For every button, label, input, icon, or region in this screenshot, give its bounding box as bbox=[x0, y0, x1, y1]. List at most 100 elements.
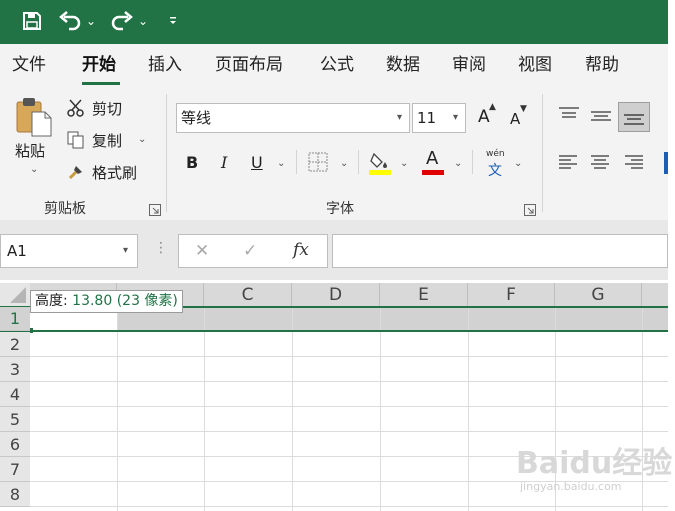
undo-icon[interactable] bbox=[58, 11, 82, 31]
name-box[interactable]: A1 ▾ bbox=[0, 234, 138, 268]
column-header-c[interactable]: C bbox=[204, 283, 292, 307]
font-name-dropdown-icon: ▾ bbox=[397, 112, 403, 123]
fill-color-dropdown-icon[interactable]: ⌄ bbox=[400, 158, 408, 169]
phonetic-dropdown-icon[interactable]: ⌄ bbox=[514, 158, 522, 169]
phonetic-guide-button[interactable]: 文 bbox=[488, 160, 502, 180]
tab-file[interactable]: 文件 bbox=[12, 54, 46, 76]
paste-icon[interactable] bbox=[14, 96, 54, 142]
row-header-5[interactable]: 5 bbox=[0, 407, 30, 432]
enter-button[interactable]: ✓ bbox=[243, 242, 257, 260]
insert-function-button[interactable]: fx bbox=[293, 241, 309, 259]
font-separator bbox=[296, 150, 297, 174]
font-size-value: 11 bbox=[417, 109, 437, 127]
borders-dropdown-icon[interactable]: ⌄ bbox=[340, 158, 348, 169]
formula-bar-area: A1 ▾ ⋮ ✕ ✓ fx bbox=[0, 220, 668, 280]
align-bottom-button[interactable] bbox=[618, 102, 650, 132]
underline-button[interactable]: U bbox=[251, 154, 263, 172]
align-right-icon[interactable] bbox=[624, 154, 644, 174]
font-separator bbox=[358, 150, 359, 174]
name-box-dropdown-icon: ▾ bbox=[123, 245, 129, 256]
tab-formulas[interactable]: 公式 bbox=[320, 54, 354, 76]
paste-dropdown-icon[interactable]: ⌄ bbox=[30, 164, 38, 175]
dialog-launcher-icon[interactable] bbox=[149, 201, 161, 220]
tab-data[interactable]: 数据 bbox=[386, 54, 420, 76]
undo-dropdown-icon[interactable]: ⌄ bbox=[86, 9, 96, 33]
row-header-4[interactable]: 4 bbox=[0, 382, 30, 407]
bold-button[interactable]: B bbox=[186, 154, 198, 172]
phonetic-top-label: wén bbox=[486, 149, 505, 159]
align-center-icon[interactable] bbox=[590, 154, 610, 174]
increase-font-caret-icon: ▲ bbox=[489, 102, 496, 112]
tab-home[interactable]: 开始 bbox=[82, 54, 116, 76]
fill-color-icon[interactable] bbox=[368, 150, 392, 180]
tab-review[interactable]: 审阅 bbox=[452, 54, 486, 76]
font-color-dropdown-icon[interactable]: ⌄ bbox=[454, 158, 462, 169]
watermark-url: jingyan.baidu.com bbox=[520, 480, 622, 493]
group-separator bbox=[166, 94, 167, 212]
copy-button[interactable]: 复制 bbox=[92, 132, 122, 150]
column-header-f[interactable]: F bbox=[468, 283, 555, 307]
font-size-select[interactable]: 11 ▾ bbox=[412, 103, 466, 133]
underline-dropdown-icon[interactable]: ⌄ bbox=[277, 158, 285, 169]
cancel-button[interactable]: ✕ bbox=[195, 242, 209, 260]
align-left-icon[interactable] bbox=[558, 154, 578, 174]
copy-icon[interactable] bbox=[66, 130, 86, 154]
row-height-tooltip: 高度: 13.80 (23 像素) bbox=[30, 290, 183, 313]
tab-help[interactable]: 帮助 bbox=[585, 54, 619, 76]
borders-icon[interactable] bbox=[308, 152, 328, 176]
tab-insert[interactable]: 插入 bbox=[148, 54, 182, 76]
format-painter-icon[interactable] bbox=[66, 162, 86, 186]
column-header-d[interactable]: D bbox=[292, 283, 380, 307]
redo-icon[interactable] bbox=[110, 11, 134, 31]
redo-dropdown-icon[interactable]: ⌄ bbox=[138, 9, 148, 33]
watermark-logo: Baidu经验 bbox=[516, 446, 673, 481]
row-header-2[interactable]: 2 bbox=[0, 332, 30, 357]
font-color-button[interactable]: A bbox=[426, 150, 438, 168]
font-size-dropdown-icon: ▾ bbox=[453, 112, 459, 123]
font-dialog-launcher-icon[interactable] bbox=[524, 201, 536, 220]
overflow-icon bbox=[664, 152, 668, 174]
grid-line bbox=[30, 381, 668, 382]
formula-buttons: ✕ ✓ fx bbox=[178, 234, 328, 268]
cut-button[interactable]: 剪切 bbox=[92, 100, 122, 118]
paste-button[interactable]: 粘贴 bbox=[15, 142, 45, 160]
tab-view[interactable]: 视图 bbox=[518, 54, 552, 76]
font-name-select[interactable]: 等线 ▾ bbox=[176, 103, 410, 133]
grid-line bbox=[30, 506, 668, 507]
row-header-3[interactable]: 3 bbox=[0, 357, 30, 382]
group-separator bbox=[542, 94, 543, 212]
tab-page-layout[interactable]: 页面布局 bbox=[215, 54, 283, 76]
italic-button[interactable]: I bbox=[221, 154, 227, 172]
customize-icon[interactable] bbox=[168, 12, 178, 28]
align-top-icon[interactable] bbox=[558, 106, 580, 126]
row-header-7[interactable]: 7 bbox=[0, 457, 30, 482]
row-height-guide-bottom bbox=[0, 330, 668, 332]
increase-font-size-button[interactable]: A bbox=[478, 108, 490, 126]
column-header-h[interactable] bbox=[642, 283, 668, 307]
active-tab-indicator bbox=[82, 82, 120, 85]
clipboard-group-label: 剪贴板 bbox=[44, 201, 86, 217]
row-header-1[interactable]: 1 bbox=[0, 307, 30, 331]
grip-icon: ⋮ bbox=[154, 240, 168, 256]
tooltip-label: 高度: bbox=[35, 293, 73, 309]
copy-dropdown-icon[interactable]: ⌄ bbox=[138, 134, 146, 145]
format-painter-button[interactable]: 格式刷 bbox=[92, 164, 137, 182]
font-separator bbox=[472, 150, 473, 174]
save-icon[interactable] bbox=[22, 11, 42, 31]
font-group-label: 字体 bbox=[326, 201, 354, 217]
align-middle-icon[interactable] bbox=[590, 108, 612, 128]
ribbon: 粘贴 ⌄ 剪切 复制 ⌄ 格式刷 剪贴板 等线 ▾ 11 ▾ A ▲ A ▼ B… bbox=[0, 88, 668, 220]
font-color-swatch bbox=[422, 170, 444, 175]
column-header-e[interactable]: E bbox=[380, 283, 468, 307]
decrease-font-size-button[interactable]: A bbox=[510, 110, 520, 128]
formula-input[interactable] bbox=[332, 234, 668, 268]
row-header-6[interactable]: 6 bbox=[0, 432, 30, 457]
font-name-value: 等线 bbox=[181, 109, 212, 127]
select-all-button[interactable] bbox=[0, 283, 30, 307]
name-box-value: A1 bbox=[7, 242, 27, 260]
scissors-icon[interactable] bbox=[66, 98, 86, 122]
row-header-8[interactable]: 8 bbox=[0, 482, 30, 507]
grid-line bbox=[30, 406, 668, 407]
grid-line bbox=[30, 356, 668, 357]
column-header-g[interactable]: G bbox=[555, 283, 642, 307]
